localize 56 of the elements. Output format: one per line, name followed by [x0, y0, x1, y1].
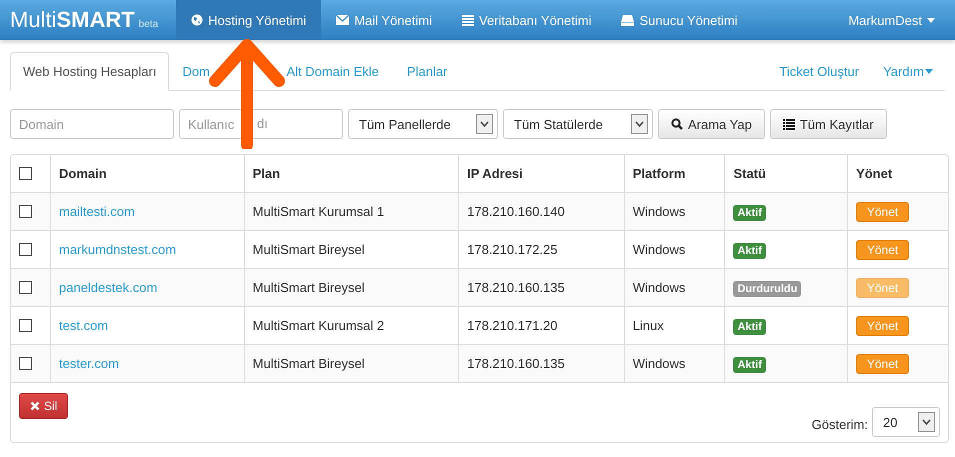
table-cell: MultiSmart Kurumsal 1	[244, 192, 459, 230]
manage-button[interactable]: Yönet	[856, 354, 910, 374]
search-button[interactable]: Arama Yap	[658, 109, 765, 139]
domain-field[interactable]: Domain	[10, 109, 174, 139]
manage-button[interactable]: Yönet	[856, 240, 910, 260]
table-cell: Windows	[624, 268, 725, 306]
status-badge: Aktif	[733, 243, 766, 259]
list-icon	[462, 14, 474, 26]
checkbox[interactable]	[19, 167, 32, 180]
domain-link[interactable]: mailtesti.com	[59, 204, 135, 219]
checkbox[interactable]	[19, 205, 32, 218]
globe-icon	[191, 14, 204, 26]
tab[interactable]: Web Hosting Hesapları	[10, 52, 170, 91]
checkbox[interactable]	[19, 357, 32, 370]
link[interactable]: Ticket Oluştur	[767, 53, 872, 90]
user-menu[interactable]: MarkumDest	[833, 0, 955, 40]
nav-item[interactable]: Sunucu Yönetimi	[606, 0, 753, 40]
table-cell: 178.210.160.135	[458, 268, 624, 306]
drive-icon	[621, 14, 634, 26]
table-cell: MultiSmart Bireysel	[244, 344, 459, 382]
status-badge: Aktif	[733, 205, 766, 221]
table-cell: MultiSmart Bireysel	[244, 268, 459, 306]
list-icon	[782, 118, 795, 130]
manage-button[interactable]: Yönet	[856, 202, 910, 222]
table-cell: Windows	[624, 192, 725, 230]
table-cell: Windows	[624, 344, 725, 382]
checkbox[interactable]	[19, 319, 32, 332]
placeholder-text: dı	[257, 116, 268, 131]
table-cell: 178.210.160.135	[458, 344, 624, 382]
domain-link[interactable]: test.com	[59, 318, 108, 333]
panel-select[interactable]: Tüm Panellerde	[348, 109, 498, 139]
tab[interactable]: Dom	[171, 52, 272, 91]
delete-button[interactable]: Sil	[19, 393, 68, 419]
page-size-select[interactable]: 20	[872, 407, 940, 437]
tab[interactable]: Planlar	[394, 52, 460, 91]
status-select[interactable]: Tüm Statülerde	[503, 109, 653, 139]
status-badge: Aktif	[733, 357, 766, 373]
status-badge: Aktif	[733, 319, 766, 335]
brand-logo[interactable]: MultiSMART beta	[0, 0, 176, 40]
manage-button[interactable]: Yönet	[856, 316, 910, 336]
envelope-icon	[336, 15, 350, 25]
close-icon	[30, 401, 40, 411]
table-cell: 178.210.160.140	[458, 192, 624, 230]
nav-item[interactable]: Mail Yönetimi	[321, 0, 447, 40]
search-icon	[671, 118, 683, 130]
domain-link[interactable]: tester.com	[59, 356, 119, 371]
checkbox[interactable]	[19, 243, 32, 256]
link[interactable]: Yardım	[871, 53, 945, 90]
status-badge: Durduruldu	[733, 281, 802, 297]
nav-item[interactable]: Veritabanı Yönetimi	[446, 0, 606, 40]
tab[interactable]: Alt Domain Ekle	[273, 52, 392, 91]
nav-item[interactable]: Hosting Yönetimi	[176, 0, 322, 40]
caret-icon	[927, 18, 935, 22]
domain-link[interactable]: markumdnstest.com	[59, 242, 176, 257]
all-records-button[interactable]: Tüm Kayıtlar	[770, 109, 887, 139]
page-size-label: Gösterim:	[812, 416, 868, 432]
